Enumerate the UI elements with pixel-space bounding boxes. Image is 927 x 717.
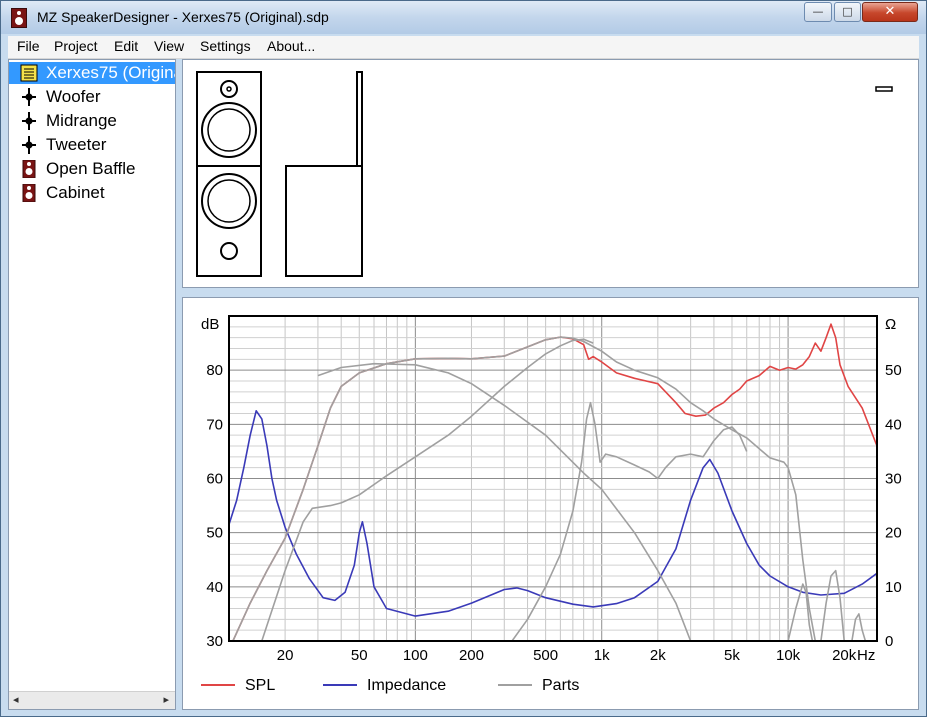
tree-item-project[interactable]: Xerxes75 (Original) <box>9 62 175 84</box>
panel-splitter[interactable] <box>182 290 919 295</box>
midrange-cone <box>207 108 251 152</box>
x-tick-label: 10k <box>776 647 801 664</box>
port-outline <box>220 242 238 260</box>
minimize-button[interactable]: — <box>804 2 832 22</box>
x-unit-label: Hz <box>857 647 875 664</box>
window-title: MZ SpeakerDesigner - Xerxes75 (Original)… <box>37 9 329 25</box>
x-tick-label: 200 <box>459 647 484 664</box>
woofer-outline <box>201 173 257 229</box>
tree-item-open-baffle[interactable]: Open Baffle <box>9 158 175 180</box>
chart-svg: dB Ω Hz 30 40 50 60 70 80 0 10 20 30 40 50 20 50 100 200 50… <box>201 315 902 694</box>
menu-project[interactable]: Project <box>54 38 98 54</box>
main-window: MZ SpeakerDesigner - Xerxes75 (Original)… <box>0 0 927 717</box>
x-tick-label: 5k <box>724 647 740 664</box>
y-left-tick-label: 70 <box>206 416 223 433</box>
close-button[interactable]: ✕ <box>862 2 918 22</box>
menu-view[interactable]: View <box>154 38 184 54</box>
tree-item-label: Open Baffle <box>46 159 136 178</box>
speaker-preview-panel <box>182 59 919 288</box>
tree-item-label: Xerxes75 (Original) <box>46 63 175 82</box>
y-right-tick-label: 30 <box>885 471 902 488</box>
y-left-tick-label: 40 <box>206 579 223 596</box>
side-view <box>285 71 363 277</box>
scroll-right-arrow-icon[interactable]: ▸ <box>163 693 169 706</box>
menu-file[interactable]: File <box>17 38 40 54</box>
app-speaker-icon[interactable] <box>11 8 27 28</box>
cabinet-side <box>285 165 363 277</box>
y-left-tick-label: 60 <box>206 471 223 488</box>
y-right-tick-label: 0 <box>885 633 893 650</box>
tree-item-label: Cabinet <box>46 183 105 202</box>
baffle-side <box>356 71 363 167</box>
chart-legend: SPL Impedance Parts <box>201 677 579 694</box>
frequency-response-graph[interactable]: dB Ω Hz 30 40 50 60 70 80 0 10 20 30 40 50 20 50 100 200 50… <box>182 297 919 710</box>
tree-item-midrange[interactable]: Midrange <box>9 110 175 132</box>
series-parts-line <box>261 338 594 642</box>
driver-node-icon <box>22 88 36 106</box>
project-document-icon <box>20 64 38 82</box>
tree-item-label: Tweeter <box>46 135 107 154</box>
x-tick-label: 20k <box>832 647 857 664</box>
y-left-tick-label: 30 <box>206 633 223 650</box>
chart-grid <box>229 316 877 641</box>
y-right-tick-label: 40 <box>885 416 902 433</box>
speaker-preview-drawing <box>196 71 893 277</box>
x-tick-label: 20 <box>277 647 294 664</box>
project-tree[interactable]: Xerxes75 (Original) Woofer Midrange Twee… <box>8 59 176 710</box>
tree-item-cabinet[interactable]: Cabinet <box>9 182 175 204</box>
scroll-left-arrow-icon[interactable]: ◂ <box>13 693 19 706</box>
mic-marker <box>875 86 893 92</box>
front-view <box>196 71 262 277</box>
driver-node-icon <box>22 136 36 154</box>
y-left-tick-label: 50 <box>206 525 223 542</box>
maximize-button[interactable]: □ <box>834 2 861 22</box>
y-right-unit-label: Ω <box>885 316 896 333</box>
legend-label: SPL <box>245 677 275 694</box>
y-right-tick-label: 50 <box>885 362 902 379</box>
midrange-outline <box>201 102 257 158</box>
legend-label: Parts <box>542 677 579 694</box>
legend-label: Impedance <box>367 677 446 694</box>
driver-node-icon <box>22 112 36 130</box>
series-parts-line <box>851 613 867 642</box>
menu-edit[interactable]: Edit <box>114 38 138 54</box>
woofer-cone <box>207 179 251 223</box>
tree-item-woofer[interactable]: Woofer <box>9 86 175 108</box>
y-right-tick-label: 10 <box>885 579 902 596</box>
x-tick-label: 2k <box>650 647 666 664</box>
menu-settings[interactable]: Settings <box>200 38 251 54</box>
tree-item-label: Midrange <box>46 111 117 130</box>
tree-item-label: Woofer <box>46 87 101 106</box>
y-left-tick-label: 80 <box>206 362 223 379</box>
y-left-unit-label: dB <box>201 316 219 333</box>
x-tick-label: 50 <box>351 647 368 664</box>
speaker-box-icon <box>22 184 36 202</box>
x-tick-label: 100 <box>403 647 428 664</box>
tweeter-outline <box>220 80 238 98</box>
tree-item-tweeter[interactable]: Tweeter <box>9 134 175 156</box>
tweeter-dome <box>226 86 232 92</box>
tree-horizontal-scrollbar[interactable]: ◂ ▸ <box>9 691 175 709</box>
menu-bar: File Project Edit View Settings About... <box>8 36 919 59</box>
x-tick-label: 1k <box>594 647 610 664</box>
x-tick-label: 500 <box>533 647 558 664</box>
menu-about[interactable]: About... <box>267 38 315 54</box>
speaker-box-icon <box>22 160 36 178</box>
title-bar[interactable]: MZ SpeakerDesigner - Xerxes75 (Original)… <box>1 1 926 34</box>
y-right-tick-label: 20 <box>885 525 902 542</box>
